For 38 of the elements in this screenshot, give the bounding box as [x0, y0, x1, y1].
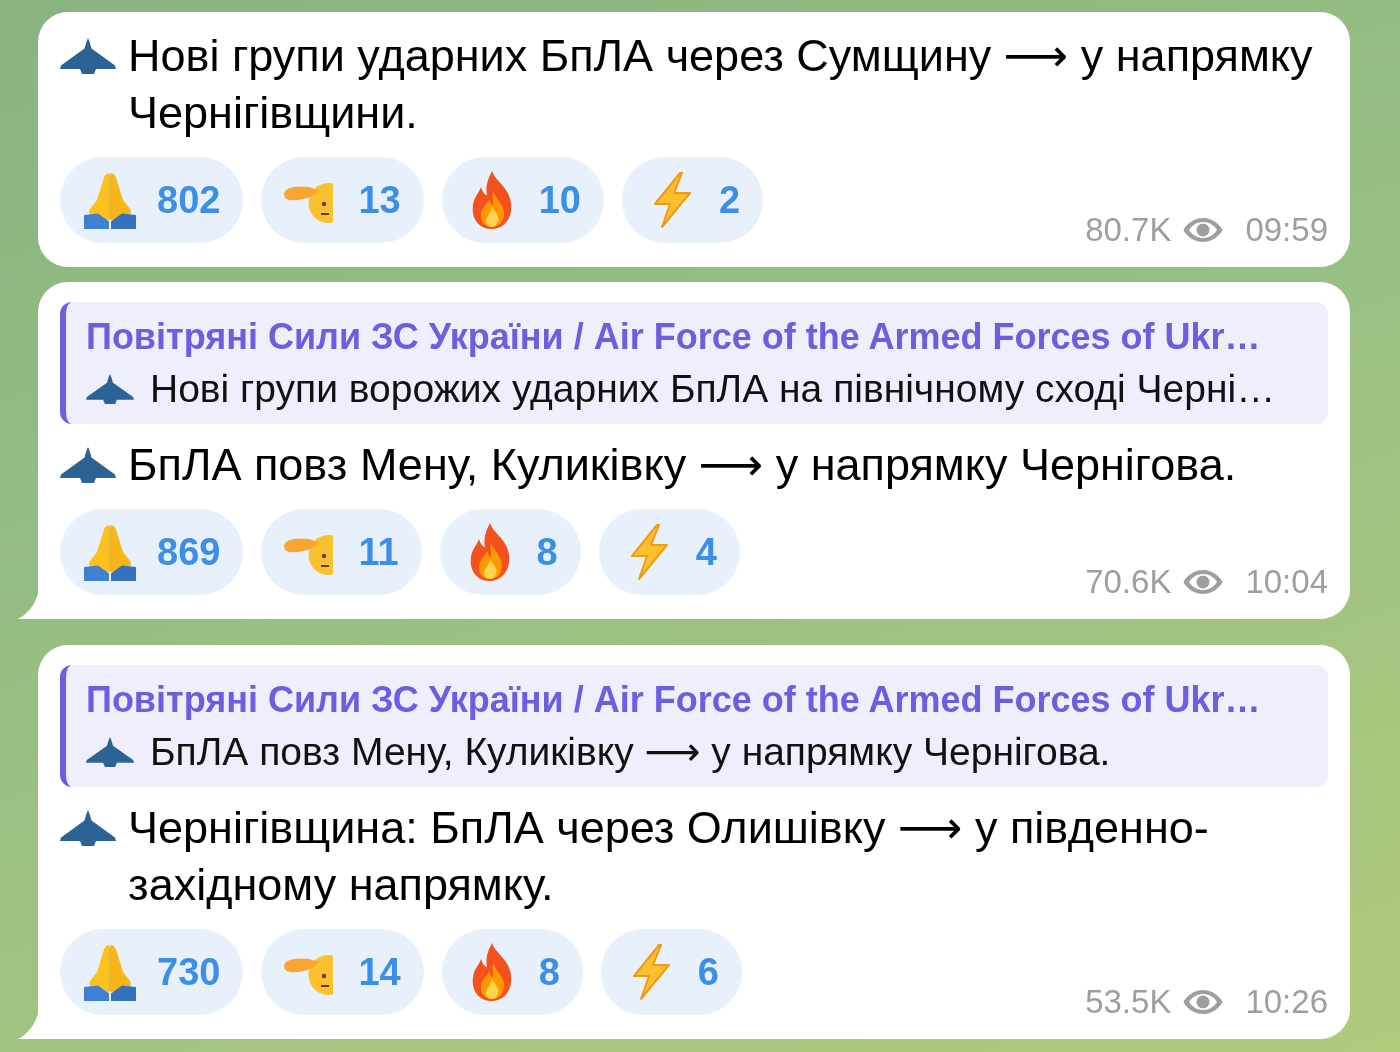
reaction-button[interactable]: 11: [261, 509, 422, 595]
reaction-button[interactable]: 14: [261, 929, 424, 1015]
reaction-button[interactable]: 2: [621, 157, 764, 243]
message-text: Чернігівщина: БпЛА через Олишівку ⟶ у південно-західному напрямку.: [128, 801, 1210, 912]
reply-author: Повітряні Сили ЗС України / Air Force of the Armed Forces of Ukr…: [86, 315, 1262, 359]
folded-hands-icon: [82, 523, 138, 581]
reaction-button[interactable]: 6: [600, 929, 742, 1015]
drone-icon: [86, 737, 134, 767]
reply-author: Повітряні Сили ЗС України / Air Force of the Armed Forces of Ukr…: [86, 678, 1262, 722]
message-text: Нові групи ударних БпЛА через Сумщину ⟶ у напрямку Чернігівщини.: [128, 29, 1314, 140]
reaction-button[interactable]: 730: [60, 929, 244, 1015]
message-time: 09:59: [1245, 212, 1328, 248]
view-count: 70.6K: [1085, 564, 1172, 600]
folded-hands-icon: [82, 171, 138, 229]
view-count: 80.7K: [1085, 212, 1172, 248]
reaction-button[interactable]: 869: [60, 509, 244, 595]
reaction-button[interactable]: 10: [441, 157, 604, 243]
drone-icon: [60, 447, 116, 483]
reaction-button[interactable]: 8: [439, 509, 581, 595]
reaction-button[interactable]: 4: [598, 509, 740, 595]
message-text: БпЛА повз Мену, Куликівку ⟶ у напрямку Чернігова.: [128, 438, 1237, 492]
message-time: 10:26: [1245, 984, 1328, 1020]
drone-icon: [86, 374, 134, 404]
reaction-button[interactable]: 8: [441, 929, 583, 1015]
folded-hands-icon: [82, 943, 138, 1001]
reaction-button[interactable]: 13: [261, 157, 424, 243]
view-count: 53.5K: [1085, 984, 1172, 1020]
eye-icon: [1183, 217, 1224, 243]
reply-quote[interactable]: Повітряні Сили ЗС України / Air Force of the Armed Forces of Ukr… БпЛА повз Мену, Куликівку ⟶ у напрямку Чернігова.: [60, 665, 1328, 787]
reaction-button[interactable]: 802: [60, 157, 244, 243]
message-time: 10:04: [1245, 564, 1328, 600]
reply-text: БпЛА повз Мену, Куликівку ⟶ у напрямку Чернігова.: [150, 729, 1111, 775]
reply-quote[interactable]: Повітряні Сили ЗС України / Air Force of the Armed Forces of Ukr… Нові групи ворожих ударних БпЛА на північному сході Черні…: [60, 302, 1328, 424]
eye-icon: [1183, 569, 1224, 595]
drone-icon: [60, 810, 116, 846]
eye-icon: [1183, 989, 1224, 1015]
drone-icon: [60, 38, 116, 74]
reply-text: Нові групи ворожих ударних БпЛА на північному сході Черні…: [150, 366, 1276, 412]
